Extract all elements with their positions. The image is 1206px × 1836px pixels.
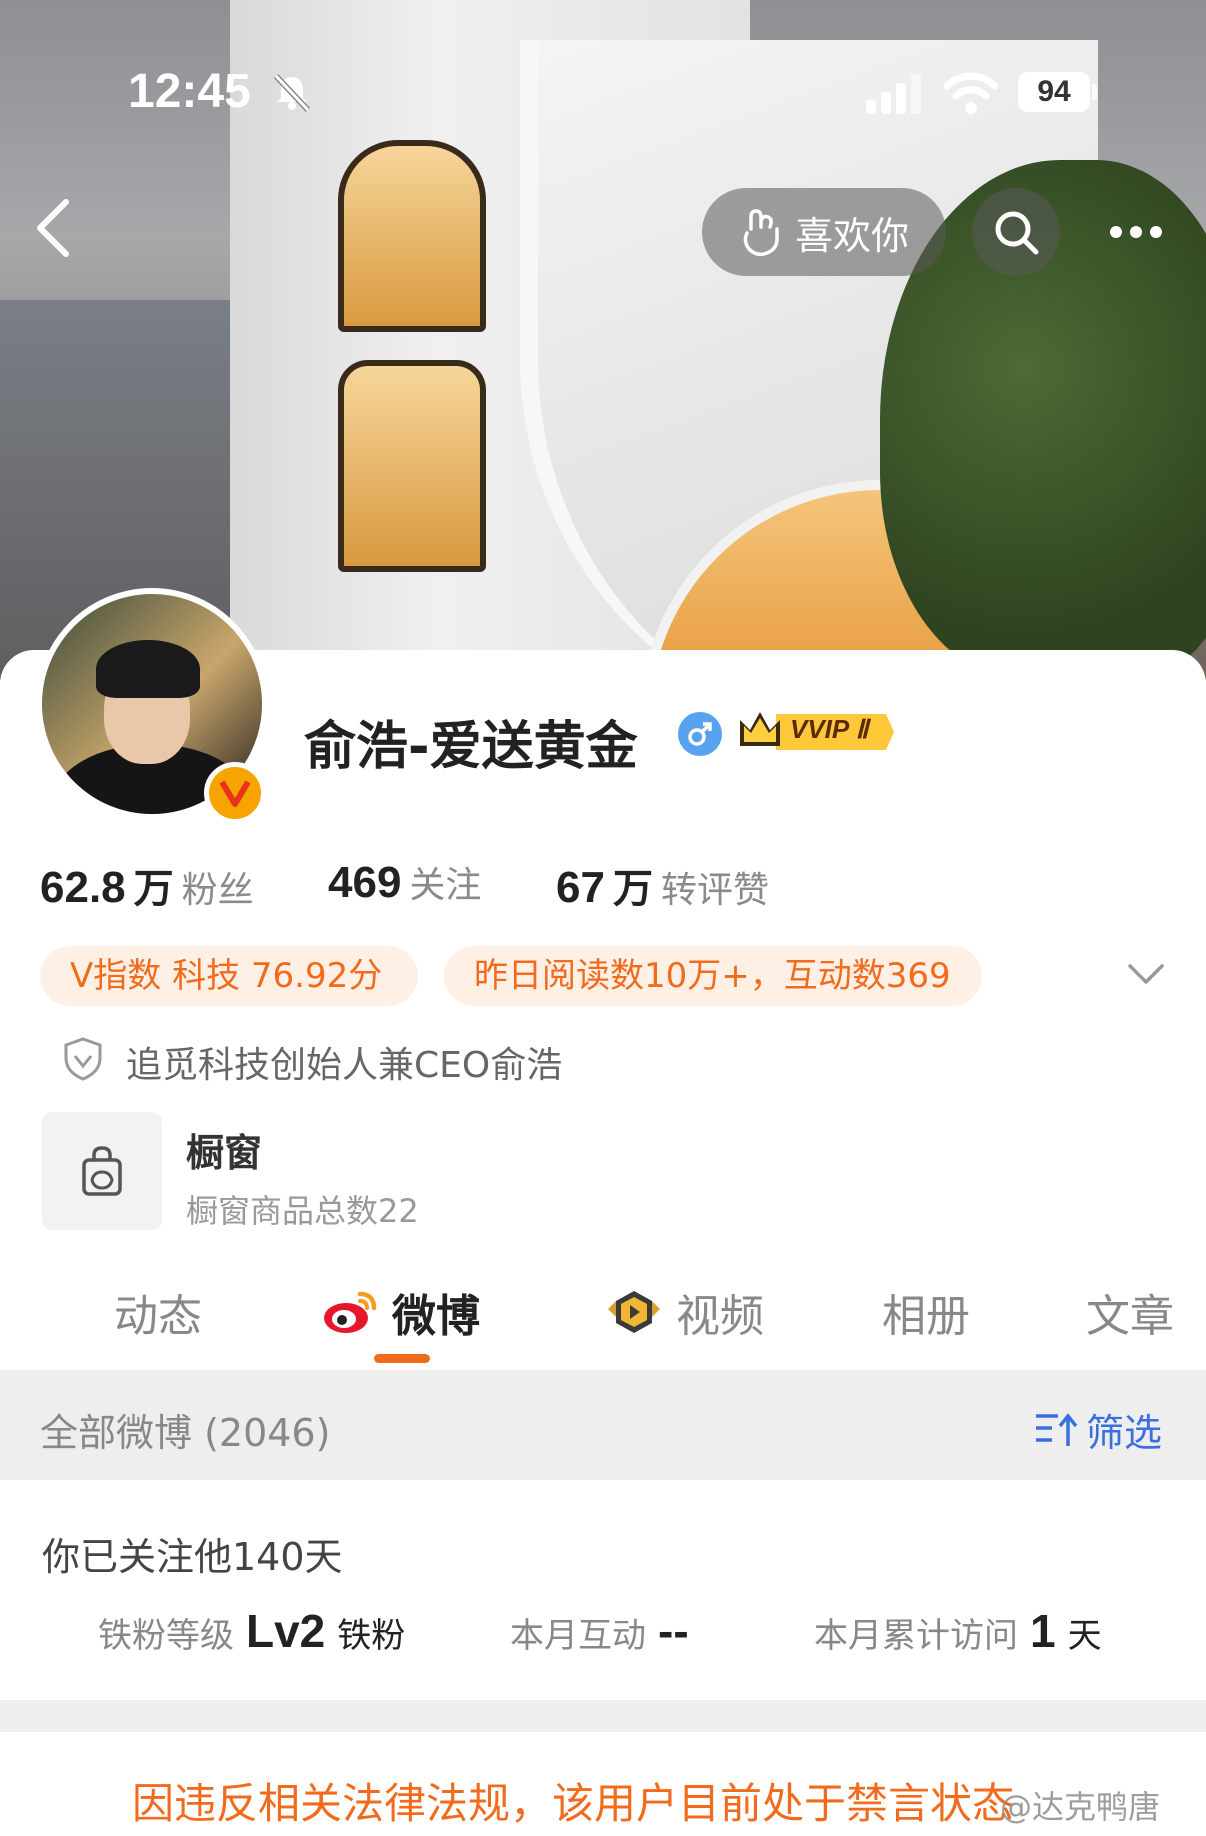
stat-fans[interactable]: 62.8 万 粉丝 — [40, 856, 254, 914]
status-time: 12:45 — [128, 65, 251, 118]
chevron-down-icon[interactable] — [1126, 960, 1166, 990]
watermark: @达克鸭唐 — [1000, 1788, 1161, 1826]
more-icon — [1110, 226, 1162, 238]
monthly-visits: 本月累计访问 1 天 — [814, 1605, 1102, 1657]
tab-dynamics[interactable]: 动态 — [114, 1280, 202, 1344]
stat-engagement[interactable]: 67 万 转评赞 — [556, 856, 769, 914]
signal-icon — [866, 74, 921, 114]
weibo-logo-icon — [324, 1291, 377, 1333]
more-button[interactable] — [1086, 188, 1186, 276]
like-you-label: 喜欢你 — [794, 213, 909, 258]
profile-card — [0, 650, 1206, 1836]
follow-days-text: 你已关注他140天 — [42, 1535, 343, 1579]
section-divider — [0, 1700, 1206, 1732]
filter-icon — [1036, 1412, 1078, 1446]
male-icon — [678, 712, 722, 756]
monthly-interaction: 本月互动 -- — [510, 1605, 689, 1657]
shield-check-icon — [64, 1037, 102, 1081]
tab-articles[interactable]: 文章 — [1086, 1280, 1174, 1344]
vvip-badge[interactable]: VVIP Ⅱ — [736, 706, 896, 758]
active-tab-indicator — [374, 1354, 430, 1363]
username: 俞浩-爱送黄金 — [304, 717, 638, 777]
shopping-bag-icon — [82, 1146, 122, 1196]
verified-v-icon — [204, 762, 266, 824]
battery-indicator: 94 — [1018, 72, 1090, 112]
fan-level[interactable]: 铁粉等级 Lv2 铁粉 — [98, 1604, 405, 1658]
stat-following[interactable]: 469 关注 — [328, 856, 481, 908]
tab-video[interactable]: 视频 — [604, 1280, 764, 1344]
search-button[interactable] — [972, 188, 1060, 276]
video-icon — [608, 1291, 660, 1333]
bell-off-icon — [273, 73, 311, 112]
ban-notice: 因违反相关法律法规，该用户目前处于禁言状态 — [132, 1779, 1015, 1828]
v-index-tag[interactable]: V指数 科技 76.92分 — [40, 946, 418, 1006]
all-posts-label[interactable]: 全部微博 (2046) — [40, 1402, 330, 1457]
back-button[interactable] — [30, 196, 80, 260]
tab-weibo[interactable]: 微博 — [322, 1280, 480, 1344]
reads-tag[interactable]: 昨日阅读数10万+，互动数369 — [444, 946, 982, 1006]
heart-hand-icon — [743, 209, 779, 257]
tab-album[interactable]: 相册 — [882, 1280, 970, 1344]
certification-text: 追觅科技创始人兼CEO俞浩 — [126, 1045, 563, 1086]
shop-window-button[interactable] — [42, 1112, 162, 1230]
shop-subtitle: 橱窗商品总数22 — [186, 1192, 419, 1230]
wifi-icon — [944, 72, 998, 114]
battery-tip — [1092, 84, 1097, 100]
filter-button[interactable]: 筛选 — [1034, 1402, 1162, 1457]
vvip-label: VVIP Ⅱ — [790, 714, 869, 744]
shop-title[interactable]: 橱窗 — [186, 1122, 262, 1177]
search-icon — [995, 211, 1039, 255]
like-you-button[interactable]: 喜欢你 — [702, 188, 946, 276]
